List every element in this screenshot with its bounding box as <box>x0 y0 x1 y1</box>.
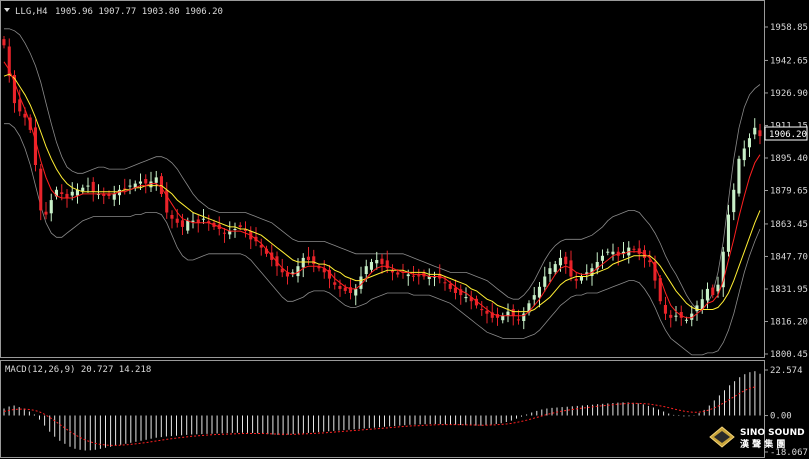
price-tick-label: 1895.40 <box>770 154 808 164</box>
current-price-tag: 1906.20 <box>764 126 808 141</box>
ohlc-values: 1905.96 1907.77 1903.80 1906.20 <box>55 7 223 17</box>
candle <box>737 155 741 197</box>
symbol-header[interactable]: LLG,H4 1905.96 1907.77 1903.80 1906.20 <box>4 7 223 17</box>
price-tick-label: 1942.65 <box>770 56 808 66</box>
macd-label: MACD(12,26,9) 20.727 14.218 <box>5 365 151 375</box>
price-tick-label: 1800.45 <box>770 350 808 360</box>
macd-tick-label: 22.574 <box>770 366 803 376</box>
trading-chart[interactable]: 1958.851942.651926.901911.151895.401879.… <box>0 0 809 459</box>
price-tick-label: 1958.85 <box>770 23 808 33</box>
macd-tick-label: 0.00 <box>770 412 792 422</box>
current-price-value: 1906.20 <box>769 130 807 140</box>
logo-text-en: SINO SOUND <box>740 428 805 438</box>
logo-text-cn: 漢 聲 集 團 <box>740 438 785 450</box>
price-tick-label: 1926.90 <box>770 89 808 99</box>
price-tick-label: 1831.95 <box>770 285 808 295</box>
symbol-timeframe: LLG,H4 <box>15 7 48 17</box>
price-tick-label: 1847.70 <box>770 253 808 263</box>
candle <box>159 173 163 198</box>
price-tick-label: 1816.20 <box>770 318 808 328</box>
price-tick-label: 1879.65 <box>770 187 808 197</box>
price-tick-label: 1863.45 <box>770 220 808 230</box>
